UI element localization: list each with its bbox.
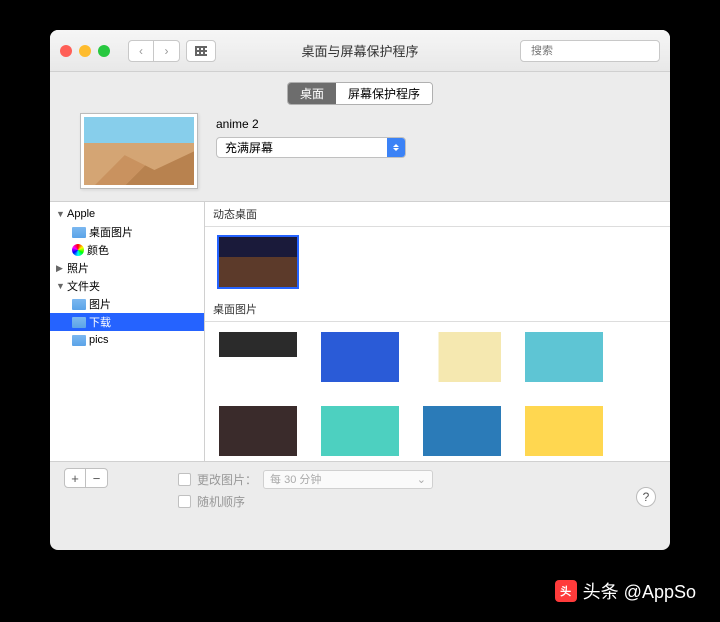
add-folder-button[interactable]: +	[64, 468, 86, 488]
search-input[interactable]	[531, 45, 670, 57]
folder-icon	[72, 317, 86, 328]
change-options: 更改图片： 每 30 分钟⌄ 随机顺序	[178, 468, 433, 512]
change-picture-row: 更改图片： 每 30 分钟⌄	[178, 468, 433, 490]
help-button[interactable]: ?	[636, 487, 656, 507]
folder-icon	[72, 335, 86, 346]
nav-buttons: ‹ ›	[128, 40, 180, 62]
change-picture-checkbox[interactable]	[178, 473, 191, 486]
random-label: 随机顺序	[197, 493, 245, 510]
current-wallpaper-preview	[80, 113, 198, 189]
wallpaper-thumb[interactable]	[321, 332, 399, 382]
wallpaper-thumb[interactable]	[423, 406, 501, 456]
disclosure-triangle-icon: ▼	[56, 209, 64, 219]
minimize-button[interactable]	[79, 45, 91, 57]
random-checkbox[interactable]	[178, 495, 191, 508]
tab-screensaver[interactable]: 屏幕保护程序	[336, 83, 432, 104]
close-button[interactable]	[60, 45, 72, 57]
change-picture-label: 更改图片：	[197, 471, 257, 488]
section-desktop-header: 桌面图片	[205, 297, 670, 322]
watermark-text: 头条 @AppSo	[583, 578, 696, 604]
wallpaper-thumb[interactable]	[219, 406, 297, 456]
section-dynamic-header: 动态桌面	[205, 202, 670, 227]
desktop-thumbs	[205, 322, 670, 461]
wallpaper-thumb[interactable]	[219, 332, 297, 382]
disclosure-triangle-icon: ▶	[56, 263, 64, 274]
tab-bar: 桌面 屏幕保护程序	[50, 72, 670, 113]
wallpaper-grid: 动态桌面 桌面图片	[205, 202, 670, 461]
window-title: 桌面与屏幕保护程序	[301, 41, 418, 60]
sidebar-item-downloads[interactable]: 下载	[50, 313, 204, 331]
segmented-control: 桌面 屏幕保护程序	[287, 82, 433, 105]
forward-button[interactable]: ›	[154, 40, 180, 62]
wallpaper-thumb[interactable]	[423, 332, 501, 382]
sidebar-item-photos[interactable]: ▶照片	[50, 259, 204, 277]
preview-info: anime 2 充满屏幕	[216, 113, 640, 158]
footer: + − 更改图片： 每 30 分钟⌄ 随机顺序 ?	[50, 461, 670, 517]
folder-icon	[72, 227, 86, 238]
back-button[interactable]: ‹	[128, 40, 154, 62]
preview-row: anime 2 充满屏幕	[50, 113, 670, 201]
sidebar-item-desktop-pictures[interactable]: 桌面图片	[50, 223, 204, 241]
search-field[interactable]	[520, 40, 660, 62]
sidebar-item-pics[interactable]: pics	[50, 331, 204, 349]
folder-icon	[72, 299, 86, 310]
sidebar-item-folders[interactable]: ▼文件夹	[50, 277, 204, 295]
traffic-lights	[60, 45, 110, 57]
toutiao-logo-icon: 头	[555, 580, 577, 602]
fill-mode-value: 充满屏幕	[225, 139, 273, 156]
show-all-button[interactable]	[186, 40, 216, 62]
wallpaper-thumb[interactable]	[525, 406, 603, 456]
desert-image	[84, 117, 194, 185]
wallpaper-thumb[interactable]	[321, 406, 399, 456]
split-view: ▼Apple 桌面图片 颜色 ▶照片 ▼文件夹 图片 下载 pics 动态桌面 …	[50, 201, 670, 461]
sidebar-item-apple[interactable]: ▼Apple	[50, 205, 204, 223]
sidebar-item-colors[interactable]: 颜色	[50, 241, 204, 259]
fill-mode-dropdown[interactable]: 充满屏幕	[216, 137, 406, 158]
titlebar: ‹ › 桌面与屏幕保护程序	[50, 30, 670, 72]
source-sidebar: ▼Apple 桌面图片 颜色 ▶照片 ▼文件夹 图片 下载 pics	[50, 202, 205, 461]
wallpaper-thumb[interactable]	[525, 332, 603, 382]
random-row: 随机顺序	[178, 490, 433, 512]
dynamic-thumbs	[205, 227, 670, 297]
tab-desktop[interactable]: 桌面	[288, 83, 336, 104]
watermark: 头 头条 @AppSo	[555, 578, 696, 604]
interval-dropdown[interactable]: 每 30 分钟⌄	[263, 470, 433, 489]
grid-icon	[195, 46, 207, 56]
dropdown-arrows-icon	[387, 138, 405, 157]
zoom-button[interactable]	[98, 45, 110, 57]
wallpaper-name: anime 2	[216, 117, 640, 131]
sidebar-item-pictures[interactable]: 图片	[50, 295, 204, 313]
color-wheel-icon	[72, 244, 84, 256]
remove-folder-button[interactable]: −	[86, 468, 108, 488]
disclosure-triangle-icon: ▼	[56, 281, 64, 291]
add-remove-buttons: + −	[64, 468, 108, 488]
preferences-window: ‹ › 桌面与屏幕保护程序 桌面 屏幕保护程序 anime 2 充满屏幕 ▼Ap…	[50, 30, 670, 550]
wallpaper-thumb[interactable]	[219, 237, 297, 287]
updown-icon: ⌄	[417, 473, 426, 486]
